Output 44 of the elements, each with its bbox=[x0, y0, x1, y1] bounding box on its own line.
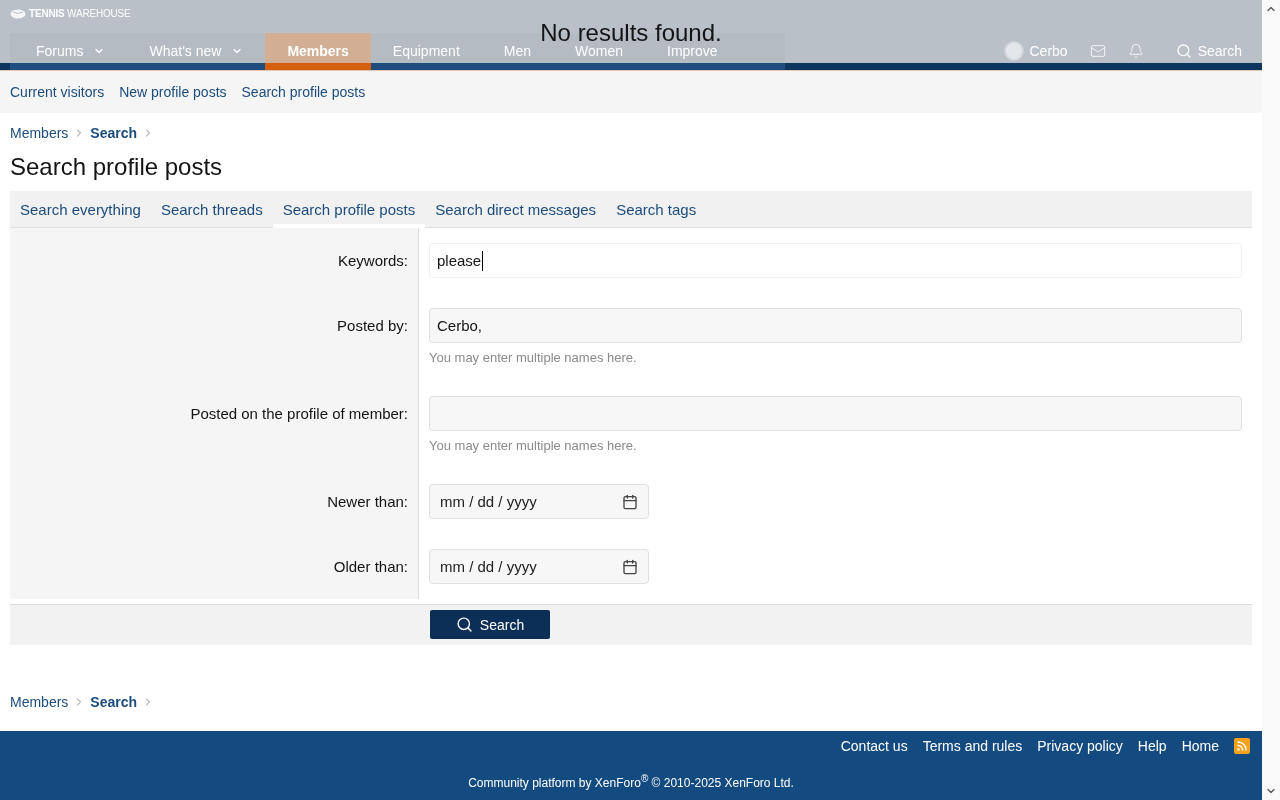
breadcrumb-link[interactable]: Members bbox=[10, 694, 69, 710]
copyright-text: Community platform by XenForo$^{®}$ © 2010-2025 XenForo Ltd. bbox=[467, 772, 795, 791]
footer-link[interactable]: Home bbox=[1181, 738, 1219, 754]
date-field[interactable]: mm / dd / yyyy bbox=[429, 484, 649, 519]
field-label: Older than: bbox=[333, 558, 408, 575]
bell-icon[interactable] bbox=[1127, 43, 1144, 59]
footer-link[interactable]: Contact us bbox=[840, 738, 908, 754]
calendar-icon[interactable] bbox=[622, 493, 638, 510]
field-label: Keywords: bbox=[337, 252, 408, 269]
text-field[interactable] bbox=[429, 396, 1242, 431]
breadcrumb-link[interactable]: Members bbox=[10, 125, 69, 141]
breadcrumb-link[interactable]: Search bbox=[90, 125, 138, 141]
field-hint: You may enter multiple names here. bbox=[429, 350, 638, 366]
field-label: Posted on the profile of member: bbox=[190, 405, 408, 422]
field-hint: You may enter multiple names here. bbox=[429, 438, 638, 454]
search-icon bbox=[1175, 43, 1192, 59]
footer-link[interactable]: Help bbox=[1137, 738, 1167, 754]
field-label: Posted by: bbox=[337, 317, 408, 334]
scrollbar[interactable] bbox=[1262, 0, 1280, 800]
subnav-link[interactable]: Search profile posts bbox=[241, 84, 366, 100]
no-results-message: No results found. bbox=[540, 18, 722, 46]
search-tab[interactable]: Search direct messages bbox=[425, 191, 607, 228]
text-field[interactable]: Cerbo, bbox=[429, 308, 1242, 343]
calendar-icon[interactable] bbox=[622, 558, 638, 575]
text-field[interactable]: please bbox=[429, 243, 1242, 278]
search-tab[interactable]: Search threads bbox=[150, 191, 273, 228]
subnav-link[interactable]: Current visitors bbox=[10, 84, 105, 100]
date-field[interactable]: mm / dd / yyyy bbox=[429, 549, 649, 584]
footer-link[interactable]: Privacy policy bbox=[1037, 738, 1123, 754]
search-button[interactable]: Search bbox=[430, 610, 550, 639]
breadcrumb-link[interactable]: Search bbox=[90, 694, 138, 710]
rss-icon[interactable] bbox=[1234, 738, 1250, 754]
search-tab[interactable]: Search tags bbox=[606, 191, 707, 228]
user-name: Cerbo bbox=[1029, 43, 1068, 59]
avatar-icon bbox=[1003, 41, 1024, 61]
mail-icon[interactable] bbox=[1089, 43, 1106, 59]
header-search-label: Search bbox=[1197, 43, 1242, 59]
logo-icon bbox=[10, 8, 26, 19]
page-title: Search profile posts bbox=[10, 152, 223, 182]
search-tab[interactable]: Search everything bbox=[10, 191, 151, 228]
footer-link[interactable]: Terms and rules bbox=[922, 738, 1023, 754]
subnav-link[interactable]: New profile posts bbox=[119, 84, 227, 100]
search-icon bbox=[455, 616, 473, 633]
field-label: Newer than: bbox=[327, 493, 408, 510]
